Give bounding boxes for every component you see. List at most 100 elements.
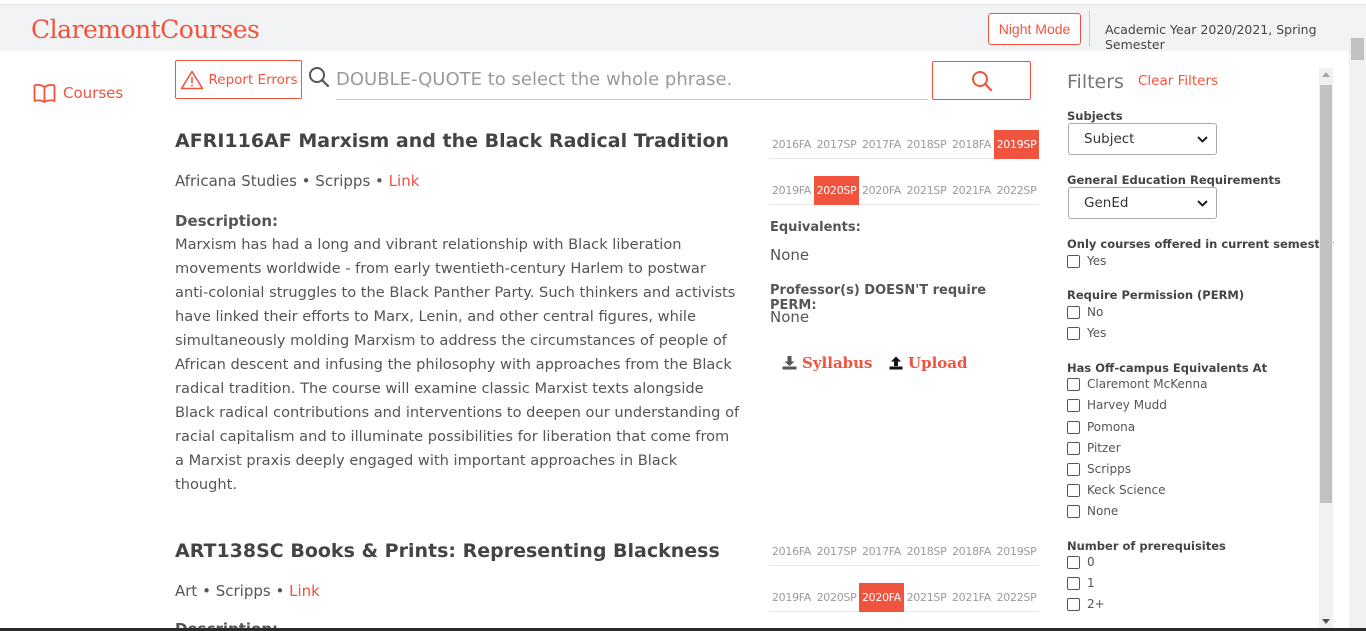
- book-icon: [33, 83, 56, 103]
- checkbox-label: 1: [1087, 576, 1095, 590]
- checkbox[interactable]: [1067, 377, 1080, 391]
- semester-chip[interactable]: 2021SP: [904, 176, 949, 205]
- semester-chip[interactable]: 2021FA: [949, 176, 994, 205]
- checkbox[interactable]: [1067, 326, 1080, 340]
- checkbox[interactable]: [1067, 555, 1080, 569]
- semester-chip[interactable]: 2020FA: [859, 583, 904, 612]
- semester-chip[interactable]: 2020SP: [814, 176, 859, 205]
- checkbox[interactable]: [1067, 305, 1080, 319]
- checkbox[interactable]: [1067, 597, 1080, 611]
- checkbox-current-yes[interactable]: Yes: [1067, 254, 1106, 268]
- semester-chip[interactable]: 2021FA: [949, 583, 994, 612]
- checkbox-offcampus-hmc[interactable]: Harvey Mudd: [1067, 398, 1167, 412]
- checkbox-label: 0: [1087, 555, 1095, 569]
- semester-chip[interactable]: 2016FA: [769, 130, 814, 159]
- semester-chip[interactable]: 2022SP: [994, 176, 1039, 205]
- semester-chip[interactable]: 2020SP: [814, 583, 859, 612]
- semester-chip[interactable]: 2018SP: [904, 130, 949, 159]
- checkbox-offcampus-cmc[interactable]: Claremont McKenna: [1067, 377, 1207, 391]
- perm-filter-label: Require Permission (PERM): [1067, 288, 1245, 302]
- semester-chip[interactable]: 2017SP: [814, 537, 859, 566]
- semester-chip[interactable]: 2017FA: [859, 130, 904, 159]
- gened-select-value: GenEd: [1084, 195, 1129, 211]
- divider: [1089, 11, 1090, 46]
- checkbox[interactable]: [1067, 462, 1080, 476]
- filters-title: Filters: [1067, 71, 1124, 93]
- semester-chip[interactable]: 2016FA: [769, 537, 814, 566]
- search-input[interactable]: [336, 60, 928, 100]
- semester-chip[interactable]: 2019FA: [769, 176, 814, 205]
- checkbox-offcampus-pomona[interactable]: Pomona: [1067, 420, 1135, 434]
- course-school: Scripps: [315, 172, 371, 190]
- course-link[interactable]: Link: [289, 582, 320, 600]
- checkbox[interactable]: [1067, 576, 1080, 590]
- semester-grid: 2016FA 2017SP 2017FA 2018SP 2018FA 2019SP 2019…: [769, 130, 1039, 205]
- night-mode-button[interactable]: Night Mode: [988, 13, 1081, 45]
- description-label: Description:: [175, 620, 278, 628]
- page-scrollbar[interactable]: [1349, 36, 1366, 631]
- semester-chip[interactable]: 2019FA: [769, 583, 814, 612]
- checkbox-offcampus-scripps[interactable]: Scripps: [1067, 462, 1131, 476]
- search-button[interactable]: [932, 61, 1031, 100]
- filters-scrollbar[interactable]: [1319, 68, 1333, 628]
- semester-chip[interactable]: 2022SP: [994, 583, 1039, 612]
- checkbox[interactable]: [1067, 398, 1080, 412]
- page-scroll-thumb[interactable]: [1351, 38, 1364, 60]
- report-errors-label: Report Errors: [208, 71, 298, 88]
- course-meta: Africana Studies • Scripps • Link: [175, 172, 419, 190]
- checkbox-prereq-1[interactable]: 1: [1067, 576, 1095, 590]
- report-errors-button[interactable]: Report Errors: [175, 60, 302, 99]
- checkbox-offcampus-keck[interactable]: Keck Science: [1067, 483, 1166, 497]
- checkbox-label: Pomona: [1087, 420, 1136, 434]
- scroll-up-arrow-icon[interactable]: [1322, 72, 1330, 77]
- clear-filters-link[interactable]: Clear Filters: [1138, 73, 1218, 89]
- semester-chip[interactable]: 2021SP: [904, 583, 949, 612]
- checkbox[interactable]: [1067, 420, 1080, 434]
- academic-year-label: Academic Year 2020/2021, Spring Semester: [1105, 22, 1317, 52]
- semester-chip[interactable]: 2018FA: [949, 537, 994, 566]
- nav-courses[interactable]: Courses: [33, 83, 123, 103]
- checkbox[interactable]: [1067, 254, 1080, 268]
- semester-chip[interactable]: 2019SP: [994, 130, 1039, 159]
- prereq-label: Number of prerequisites: [1067, 539, 1226, 553]
- gened-select[interactable]: GenEd: [1068, 187, 1217, 219]
- description-label: Description:: [175, 212, 279, 230]
- subjects-select[interactable]: Subject: [1068, 123, 1217, 155]
- chevron-down-icon: [1197, 136, 1208, 143]
- checkbox-prereq-0[interactable]: 0: [1067, 555, 1095, 569]
- syllabus-label: Syllabus: [802, 354, 873, 372]
- course-link[interactable]: Link: [389, 172, 420, 190]
- syllabus-link[interactable]: Syllabus: [782, 354, 873, 372]
- checkbox[interactable]: [1067, 504, 1080, 518]
- checkbox-label: None: [1087, 504, 1119, 518]
- gened-label: General Education Requirements: [1067, 173, 1281, 187]
- subjects-label: Subjects: [1067, 109, 1123, 123]
- course-school: Scripps: [215, 582, 271, 600]
- scroll-thumb[interactable]: [1320, 85, 1332, 503]
- checkbox-prereq-2plus[interactable]: 2+: [1067, 597, 1105, 611]
- upload-link[interactable]: Upload: [889, 354, 967, 372]
- semester-chip[interactable]: 2017SP: [814, 130, 859, 159]
- checkbox-perm-yes[interactable]: Yes: [1067, 326, 1106, 340]
- scroll-down-arrow-icon[interactable]: [1322, 619, 1330, 624]
- download-icon: [782, 356, 797, 370]
- checkbox-offcampus-pitzer[interactable]: Pitzer: [1067, 441, 1121, 455]
- checkbox[interactable]: [1067, 483, 1080, 497]
- brand-logo[interactable]: ClaremontCourses: [31, 15, 260, 44]
- checkbox-label: Keck Science: [1087, 483, 1166, 497]
- checkbox[interactable]: [1067, 441, 1080, 455]
- checkbox-perm-no[interactable]: No: [1067, 305, 1103, 319]
- separator: •: [301, 172, 316, 190]
- checkbox-offcampus-none[interactable]: None: [1067, 504, 1118, 518]
- checkbox-label: Yes: [1087, 254, 1107, 268]
- semester-grid: 2016FA 2017SP 2017FA 2018SP 2018FA 2019SP 2019…: [769, 537, 1039, 612]
- chevron-down-icon: [1197, 200, 1208, 207]
- semester-chip[interactable]: 2017FA: [859, 537, 904, 566]
- semester-chip[interactable]: 2020FA: [859, 176, 904, 205]
- semester-chip[interactable]: 2018SP: [904, 537, 949, 566]
- semester-chip[interactable]: 2019SP: [994, 537, 1039, 566]
- search-icon: [309, 67, 330, 88]
- separator: •: [202, 582, 216, 600]
- description-text: Marxism has had a long and vibrant relat…: [175, 236, 740, 493]
- semester-chip[interactable]: 2018FA: [949, 130, 994, 159]
